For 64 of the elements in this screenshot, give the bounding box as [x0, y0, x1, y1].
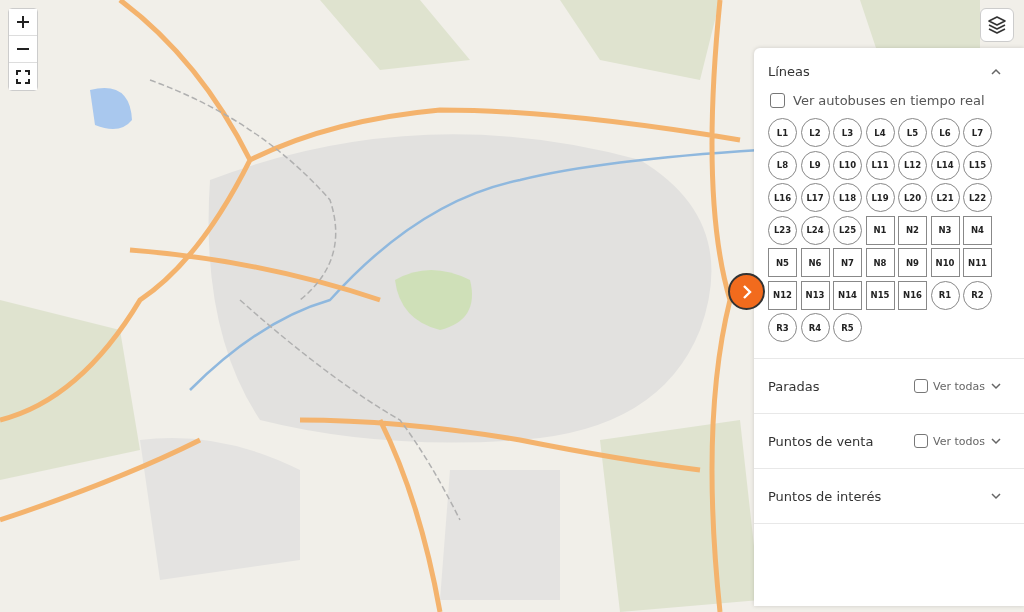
line-button[interactable]: N15	[865, 280, 895, 310]
chevron-icon[interactable]	[990, 492, 1002, 500]
line-button[interactable]: R1	[930, 280, 960, 310]
checkbox[interactable]	[914, 434, 929, 448]
line-button[interactable]: L5	[898, 118, 927, 147]
line-button[interactable]: N5	[768, 248, 797, 277]
line-button[interactable]: L10	[833, 150, 862, 180]
line-button[interactable]: N2	[898, 215, 927, 245]
section-title: Puntos de venta	[768, 433, 874, 449]
section-title: Puntos de interés	[768, 488, 882, 504]
line-button[interactable]: R3	[768, 313, 797, 342]
line-button[interactable]: L24	[800, 215, 830, 245]
chevron-icon[interactable]	[990, 382, 1002, 390]
line-button[interactable]: N6	[800, 248, 830, 277]
line-button[interactable]: L8	[768, 150, 797, 180]
line-button[interactable]: L6	[930, 118, 960, 147]
checkbox[interactable]	[914, 379, 929, 393]
line-button[interactable]: L12	[898, 150, 927, 180]
line-button[interactable]: L17	[800, 183, 830, 212]
line-button[interactable]: L2	[800, 118, 830, 147]
line-button[interactable]: N11	[963, 248, 992, 277]
layers-icon	[987, 15, 1007, 35]
line-button[interactable]: L25	[833, 215, 862, 245]
plus-icon	[16, 15, 30, 29]
line-button[interactable]: L1	[768, 118, 797, 147]
checkbox-label: Ver autobuses en tiempo real	[793, 93, 985, 108]
line-button[interactable]: R4	[800, 313, 830, 342]
checkbox[interactable]	[770, 93, 785, 108]
line-button[interactable]: L4	[865, 118, 895, 147]
chevron-icon[interactable]	[990, 67, 1002, 76]
line-button[interactable]: N7	[833, 248, 862, 277]
line-button[interactable]: L20	[898, 183, 927, 212]
line-button[interactable]: N14	[833, 280, 862, 310]
zoom-in-button[interactable]	[9, 9, 37, 36]
line-button[interactable]: N8	[865, 248, 895, 277]
line-button[interactable]: R5	[833, 313, 862, 342]
line-button[interactable]: L19	[865, 183, 895, 212]
section-title: Paradas	[768, 378, 820, 394]
layers-button[interactable]	[980, 8, 1014, 42]
fullscreen-icon	[16, 69, 30, 84]
line-button[interactable]: L21	[930, 183, 960, 212]
line-button[interactable]: N16	[898, 280, 927, 310]
line-button[interactable]: L18	[833, 183, 862, 212]
line-button[interactable]: N9	[898, 248, 927, 277]
line-button[interactable]: N3	[930, 215, 960, 245]
line-button[interactable]: N4	[963, 215, 992, 245]
line-button[interactable]: L15	[963, 150, 992, 180]
line-button[interactable]: R2	[963, 280, 992, 310]
line-button[interactable]: N13	[800, 280, 830, 310]
line-button[interactable]: N1	[865, 215, 895, 245]
line-button[interactable]: N10	[930, 248, 960, 277]
line-button[interactable]: L22	[963, 183, 992, 212]
line-button[interactable]: N12	[768, 280, 797, 310]
chevron-icon[interactable]	[990, 437, 1002, 445]
line-button[interactable]: L16	[768, 183, 797, 212]
line-button[interactable]: L3	[833, 118, 862, 147]
section-title: Líneas	[768, 64, 810, 79]
line-button[interactable]: L14	[930, 150, 960, 180]
line-button[interactable]: L7	[963, 118, 992, 147]
checkbox-label: Ver todos	[933, 434, 985, 448]
checkbox-label: Ver todas	[933, 379, 985, 393]
line-button[interactable]: L23	[768, 215, 797, 245]
line-button[interactable]: L9	[800, 150, 830, 180]
line-button[interactable]: L11	[865, 150, 895, 180]
